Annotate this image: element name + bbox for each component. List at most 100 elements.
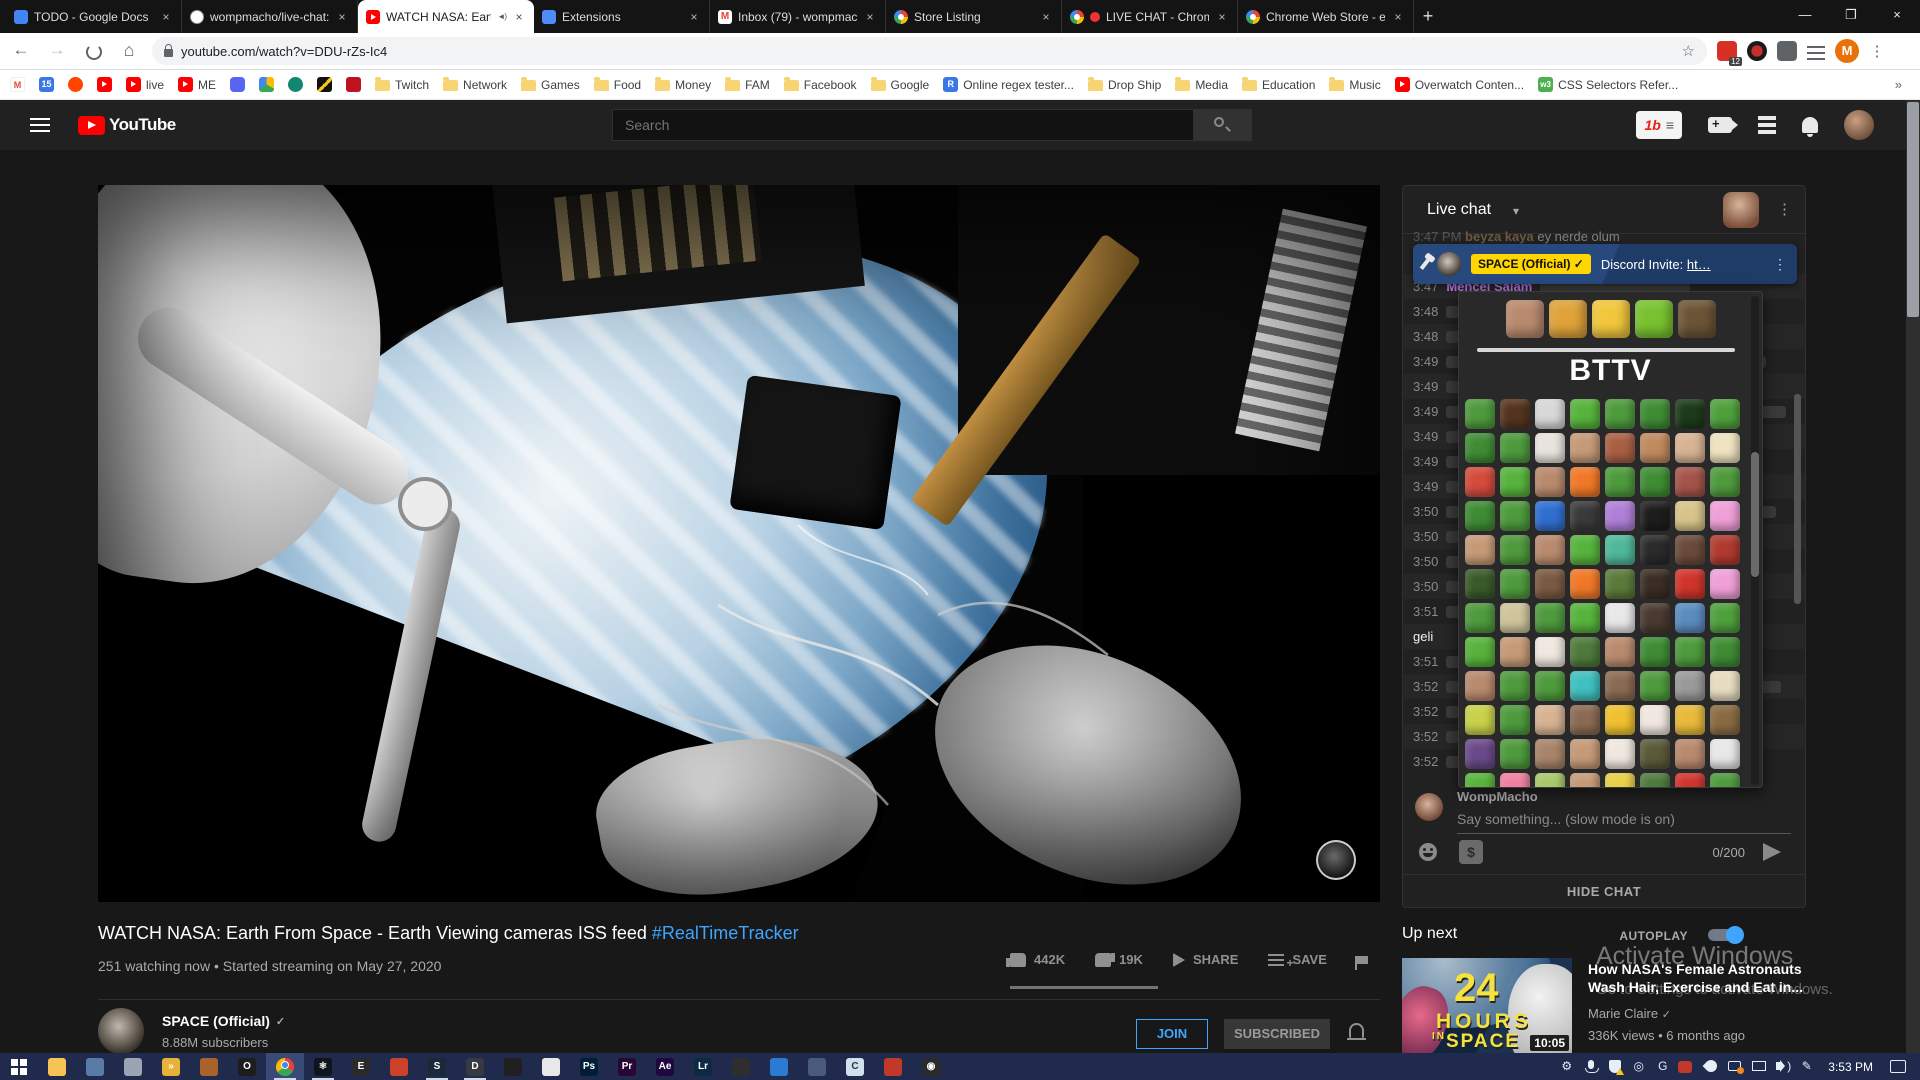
emote[interactable] bbox=[1640, 671, 1670, 701]
emote[interactable] bbox=[1710, 603, 1740, 633]
emote[interactable] bbox=[1710, 399, 1740, 429]
emote[interactable] bbox=[1640, 705, 1670, 735]
chat-input[interactable]: Say something... (slow mode is on) bbox=[1457, 811, 1675, 827]
rust-game[interactable] bbox=[380, 1053, 418, 1080]
emote[interactable] bbox=[1465, 773, 1495, 788]
emote[interactable] bbox=[1465, 501, 1495, 531]
emote-scrollbar-thumb[interactable] bbox=[1751, 452, 1759, 577]
davinci-resolve[interactable] bbox=[722, 1053, 760, 1080]
emote[interactable] bbox=[1675, 535, 1705, 565]
emote[interactable] bbox=[1535, 603, 1565, 633]
rooster-app[interactable] bbox=[190, 1053, 228, 1080]
emote[interactable] bbox=[1570, 399, 1600, 429]
page-scrollbar-thumb[interactable] bbox=[1907, 102, 1919, 317]
emote[interactable] bbox=[1640, 569, 1670, 599]
emote[interactable] bbox=[1710, 637, 1740, 667]
emote[interactable] bbox=[1500, 671, 1530, 701]
emote[interactable] bbox=[1535, 501, 1565, 531]
emote[interactable] bbox=[1640, 637, 1670, 667]
tray-security-shield[interactable] bbox=[1606, 1058, 1623, 1075]
chat-menu-icon[interactable]: ⋮ bbox=[1777, 200, 1792, 218]
emote[interactable] bbox=[1710, 569, 1740, 599]
bookmark-music[interactable]: Music bbox=[1329, 78, 1380, 92]
save-button[interactable]: SAVE bbox=[1268, 952, 1326, 967]
emote[interactable] bbox=[1500, 637, 1530, 667]
tab-close-icon[interactable]: × bbox=[1039, 10, 1053, 24]
epic-games[interactable]: E bbox=[342, 1053, 380, 1080]
tab-close-icon[interactable]: × bbox=[1391, 10, 1405, 24]
emote[interactable] bbox=[1640, 739, 1670, 769]
emote[interactable] bbox=[1500, 773, 1530, 788]
bookmark-food[interactable]: Food bbox=[594, 78, 641, 92]
tray-volume[interactable] bbox=[1774, 1058, 1791, 1075]
emote[interactable] bbox=[1640, 467, 1670, 497]
chrome[interactable] bbox=[266, 1053, 304, 1080]
bookmark-google[interactable]: Google bbox=[871, 78, 930, 92]
subscribed-button[interactable]: SUBSCRIBED bbox=[1224, 1019, 1330, 1049]
emote[interactable] bbox=[1465, 603, 1495, 633]
emote[interactable] bbox=[1570, 603, 1600, 633]
notifications-bell-icon[interactable] bbox=[1802, 117, 1818, 133]
emote[interactable] bbox=[1640, 501, 1670, 531]
bookmark-item[interactable]: M bbox=[10, 77, 25, 92]
emote[interactable] bbox=[1465, 569, 1495, 599]
premiere-pro[interactable]: Pr bbox=[608, 1053, 646, 1080]
pinned-link[interactable]: ht… bbox=[1687, 257, 1711, 272]
bookmark-item[interactable] bbox=[97, 77, 112, 92]
browser-tab[interactable]: LIVE CHAT - Chrome W× bbox=[1062, 0, 1238, 33]
bookmark-money[interactable]: Money bbox=[655, 78, 711, 92]
emote[interactable] bbox=[1675, 467, 1705, 497]
emote[interactable] bbox=[1570, 637, 1600, 667]
bookmark-education[interactable]: Education bbox=[1242, 78, 1315, 92]
emote[interactable] bbox=[1535, 705, 1565, 735]
address-bar[interactable]: youtube.com/watch?v=DDU-rZs-Ic4 ☆ bbox=[152, 37, 1707, 65]
bookmark-overwatch-conten-[interactable]: Overwatch Conten... bbox=[1395, 77, 1524, 92]
nvidia-app[interactable]: ◉ bbox=[912, 1053, 950, 1080]
back-button[interactable]: ← bbox=[6, 36, 36, 66]
bookmark-twitch[interactable]: Twitch bbox=[375, 78, 429, 92]
bookmark-network[interactable]: Network bbox=[443, 78, 507, 92]
emote[interactable] bbox=[1570, 535, 1600, 565]
emote[interactable] bbox=[1605, 501, 1635, 531]
emote[interactable] bbox=[1675, 773, 1705, 788]
new-tab-button[interactable]: + bbox=[1414, 3, 1442, 31]
tab-close-icon[interactable]: × bbox=[863, 10, 877, 24]
emote[interactable] bbox=[1675, 569, 1705, 599]
your-phone[interactable] bbox=[76, 1053, 114, 1080]
like-button[interactable]: 442K bbox=[1010, 952, 1065, 967]
emote[interactable] bbox=[1640, 535, 1670, 565]
emote[interactable] bbox=[1605, 467, 1635, 497]
tab-audio-icon[interactable]: ◄) bbox=[497, 12, 506, 21]
bookmark-online-regex-tester-[interactable]: ROnline regex tester... bbox=[943, 77, 1074, 92]
emote[interactable] bbox=[1500, 535, 1530, 565]
browser-tab[interactable]: Chrome Web Store - emot× bbox=[1238, 0, 1414, 33]
taskbar-clock[interactable]: 3:53 PM bbox=[1822, 1060, 1883, 1074]
bookmark-facebook[interactable]: Facebook bbox=[784, 78, 857, 92]
tab-close-icon[interactable]: × bbox=[512, 10, 526, 24]
emote[interactable] bbox=[1675, 705, 1705, 735]
bookmark-item[interactable] bbox=[288, 77, 303, 92]
up-next-thumbnail[interactable]: 24 HOURS INSPACE 10:05 bbox=[1402, 958, 1572, 1054]
search-input[interactable] bbox=[612, 109, 1194, 141]
share-button[interactable]: SHARE bbox=[1173, 952, 1239, 967]
search-button[interactable] bbox=[1194, 109, 1252, 141]
report-button[interactable] bbox=[1357, 956, 1368, 964]
emote[interactable] bbox=[1465, 433, 1495, 463]
emote[interactable] bbox=[1605, 773, 1635, 788]
autoplay-toggle[interactable] bbox=[1708, 929, 1742, 941]
tray-power[interactable]: ◎ bbox=[1630, 1058, 1647, 1075]
tray-screenshare[interactable] bbox=[1726, 1058, 1743, 1075]
bookmark-item[interactable] bbox=[68, 77, 83, 92]
emote[interactable] bbox=[1675, 501, 1705, 531]
discord[interactable]: D bbox=[456, 1053, 494, 1080]
emote[interactable] bbox=[1535, 467, 1565, 497]
emote[interactable] bbox=[1535, 739, 1565, 769]
tray-display[interactable] bbox=[1750, 1058, 1767, 1075]
emote[interactable] bbox=[1535, 773, 1565, 788]
recent-emote[interactable] bbox=[1592, 300, 1630, 338]
emote[interactable] bbox=[1570, 671, 1600, 701]
tray-voicemeeter[interactable] bbox=[1678, 1058, 1695, 1075]
emote[interactable] bbox=[1500, 603, 1530, 633]
bookmark-games[interactable]: Games bbox=[521, 78, 580, 92]
after-effects[interactable]: Ae bbox=[646, 1053, 684, 1080]
